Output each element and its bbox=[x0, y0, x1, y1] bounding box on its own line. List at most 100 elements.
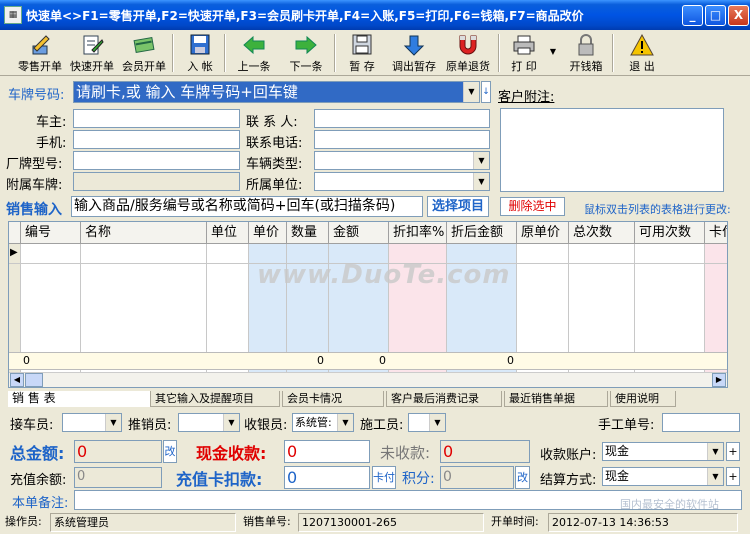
col-header-unit[interactable]: 单位 bbox=[207, 222, 249, 244]
post-button[interactable]: 入 帐 bbox=[178, 32, 222, 74]
tab-last-purchase[interactable]: 客户最后消费记录 bbox=[386, 391, 502, 407]
receiver-select[interactable]: ▼ bbox=[62, 413, 122, 432]
tab-recent-orders[interactable]: 最近销售单据 bbox=[504, 391, 608, 407]
member-order-button[interactable]: 会员开单 bbox=[118, 32, 170, 74]
col-header-name[interactable]: 名称 bbox=[81, 222, 207, 244]
magnet-icon bbox=[459, 35, 477, 55]
col-header-qty[interactable]: 数量 bbox=[287, 222, 329, 244]
hold-button[interactable]: 暂 存 bbox=[340, 32, 384, 74]
chevron-down-icon[interactable]: ▼ bbox=[473, 152, 489, 169]
card-pay-button[interactable]: 卡付 bbox=[372, 466, 396, 489]
attached-plate-field[interactable] bbox=[73, 172, 240, 191]
cashier-select[interactable]: 系统管: ▼ bbox=[292, 413, 354, 432]
cashier-label: 收银员: bbox=[244, 418, 288, 433]
prev-label: 上一条 bbox=[237, 60, 271, 73]
scroll-right-icon[interactable]: ▶ bbox=[712, 373, 726, 387]
cash-field[interactable]: 0 bbox=[284, 440, 370, 463]
model-label: 厂牌型号: bbox=[6, 157, 63, 172]
plate-input[interactable]: 请刷卡,或 输入 车牌号码+回车键 ▼ bbox=[73, 81, 480, 103]
printer-icon bbox=[513, 35, 535, 55]
open-time-label: 开单时间: bbox=[491, 515, 539, 528]
phone-field[interactable] bbox=[314, 130, 490, 149]
tab-sales-table[interactable]: 销 售 表 bbox=[8, 391, 150, 407]
settle-value: 现金 bbox=[605, 469, 630, 483]
chevron-down-icon[interactable]: ▼ bbox=[707, 443, 723, 460]
select-item-button[interactable]: 选择项目 bbox=[427, 196, 489, 217]
print-dropdown-icon[interactable]: ▼ bbox=[546, 32, 560, 74]
grid-hint-text: 鼠标双击列表的表格进行更改: bbox=[584, 203, 731, 216]
quick-order-button[interactable]: 快速开单 bbox=[66, 32, 118, 74]
col-header-discount[interactable]: 折扣率% bbox=[389, 222, 447, 244]
chevron-down-icon[interactable]: ▼ bbox=[707, 468, 723, 485]
return-label: 原单退货 bbox=[446, 60, 490, 73]
delete-selected-button[interactable]: 删除选中 bbox=[500, 197, 565, 216]
warning-icon bbox=[630, 34, 654, 56]
unit-select[interactable]: ▼ bbox=[314, 172, 490, 191]
settle-select[interactable]: 现金 ▼ bbox=[602, 467, 724, 486]
mobile-field[interactable] bbox=[73, 130, 240, 149]
add-settle-button[interactable]: + bbox=[726, 467, 740, 486]
mobile-label: 手机: bbox=[36, 136, 67, 151]
worker-select[interactable]: ▼ bbox=[408, 413, 446, 432]
maximize-button[interactable]: □ bbox=[705, 5, 726, 26]
cash-drawer-button[interactable]: 开钱箱 bbox=[564, 32, 608, 74]
col-header-orig-price[interactable]: 原单价 bbox=[517, 222, 569, 244]
col-header-code[interactable]: 编号 bbox=[21, 222, 81, 244]
owner-field[interactable] bbox=[73, 109, 240, 128]
col-header-price[interactable]: 单价 bbox=[249, 222, 287, 244]
return-order-button[interactable]: 原单退货 bbox=[442, 32, 494, 74]
print-button[interactable]: 打 印 bbox=[504, 32, 544, 74]
prev-button[interactable]: 上一条 bbox=[230, 32, 278, 74]
chevron-down-icon[interactable]: ▼ bbox=[429, 414, 445, 431]
chevron-down-icon[interactable]: ▼ bbox=[105, 414, 121, 431]
window-title: 快速单<>F1=零售开单,F2=快速开单,F3=会员刷卡开单,F4=入账,F5=… bbox=[26, 9, 584, 23]
next-button[interactable]: 下一条 bbox=[282, 32, 330, 74]
manual-no-field[interactable] bbox=[662, 413, 740, 432]
change-points-button[interactable]: 改 bbox=[515, 466, 530, 489]
customer-note-label: 客户附注: bbox=[498, 90, 555, 105]
col-header-total-times[interactable]: 总次数 bbox=[569, 222, 635, 244]
card-deduct-field[interactable]: 0 bbox=[284, 466, 370, 489]
chevron-down-icon[interactable]: ▼ bbox=[473, 173, 489, 190]
col-header-amount[interactable]: 金额 bbox=[329, 222, 389, 244]
arrow-down-icon bbox=[403, 35, 425, 56]
toolbar: 零售开单 快速开单 会员开单 入 帐 上一条 下一条 暂 存 调出暂存 原单退货… bbox=[0, 30, 750, 76]
chevron-down-icon[interactable]: ▼ bbox=[463, 82, 479, 102]
print-label: 打 印 bbox=[511, 60, 537, 73]
recall-hold-button[interactable]: 调出暂存 bbox=[388, 32, 440, 74]
sales-input-label: 销售输入 bbox=[6, 202, 62, 218]
minimize-button[interactable]: _ bbox=[682, 5, 703, 26]
retail-order-label: 零售开单 bbox=[18, 60, 62, 73]
account-select[interactable]: 现金 ▼ bbox=[602, 442, 724, 461]
horizontal-scrollbar[interactable] bbox=[9, 372, 727, 387]
lock-icon bbox=[578, 34, 594, 56]
scroll-left-icon[interactable]: ◀ bbox=[10, 373, 24, 387]
tab-help[interactable]: 使用说明 bbox=[610, 391, 676, 407]
col-header-net-amount[interactable]: 折后金额 bbox=[447, 222, 517, 244]
account-value: 现金 bbox=[605, 444, 630, 458]
seller-select[interactable]: ▼ bbox=[178, 413, 240, 432]
phone-label: 联系电话: bbox=[246, 136, 303, 151]
col-header-available-times[interactable]: 可用次数 bbox=[635, 222, 705, 244]
hold-label: 暂 存 bbox=[349, 60, 375, 73]
exit-button[interactable]: 退 出 bbox=[620, 32, 664, 74]
cash-label: 现金收款: bbox=[196, 444, 267, 463]
change-total-button[interactable]: 改 bbox=[163, 440, 177, 463]
tab-other-inputs[interactable]: 其它输入及提醒项目 bbox=[150, 391, 280, 407]
chevron-down-icon[interactable]: ▼ bbox=[337, 414, 353, 431]
retail-order-button[interactable]: 零售开单 bbox=[14, 32, 66, 74]
customer-note-field[interactable] bbox=[500, 108, 724, 192]
col-header-card-pay[interactable]: 卡付 bbox=[705, 222, 727, 244]
sales-input-field[interactable]: 输入商品/服务编号或名称或简码+回车(或扫描条码) bbox=[71, 196, 423, 217]
model-field[interactable] bbox=[73, 151, 240, 170]
sales-grid[interactable]: 编号 名称 单位 单价 数量 金额 折扣率% 折后金额 原单价 总次数 可用次数… bbox=[8, 221, 728, 388]
recharge-label: 充值余额: bbox=[10, 473, 67, 488]
close-button[interactable]: X bbox=[728, 5, 749, 26]
arrow-down-small-icon[interactable]: ↓ bbox=[481, 81, 491, 103]
add-account-button[interactable]: + bbox=[726, 442, 740, 461]
scroll-thumb[interactable] bbox=[25, 373, 43, 387]
vehicle-type-select[interactable]: ▼ bbox=[314, 151, 490, 170]
tab-member-card[interactable]: 会员卡情况 bbox=[282, 391, 384, 407]
chevron-down-icon[interactable]: ▼ bbox=[223, 414, 239, 431]
contact-field[interactable] bbox=[314, 109, 490, 128]
